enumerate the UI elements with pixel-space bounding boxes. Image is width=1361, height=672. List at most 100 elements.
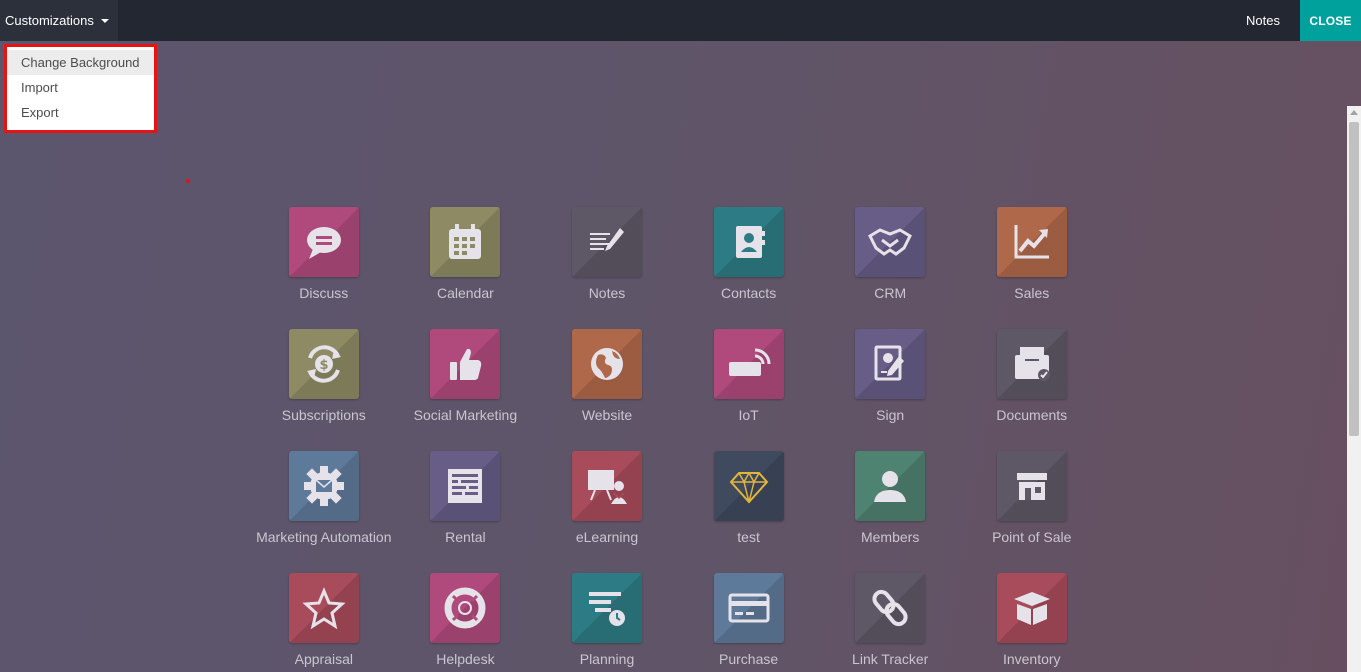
scroll-up-arrow-icon[interactable] [1350, 110, 1358, 115]
app-link-tracker-tile [855, 573, 926, 643]
app-purchase[interactable]: Purchase [678, 573, 820, 672]
app-label: Helpdesk [436, 651, 495, 667]
app-calendar-tile [430, 207, 501, 277]
menu-item-export[interactable]: Export [7, 100, 154, 125]
app-iot-tile [713, 329, 784, 399]
app-helpdesk-tile [430, 573, 501, 643]
app-label: Sign [876, 407, 905, 423]
star-icon [302, 587, 346, 630]
lifebuoy-icon [444, 587, 486, 629]
app-point-of-sale[interactable]: Point of Sale [961, 451, 1103, 573]
app-label: Members [860, 529, 920, 545]
app-notes[interactable]: Notes [536, 207, 678, 329]
app-grid: Discuss Calendar Notes Contacts CRM Sale… [253, 207, 1103, 672]
app-notes-tile [571, 207, 642, 277]
app-subscriptions-tile: $ [288, 329, 359, 399]
thumbs-up-icon [450, 348, 482, 380]
app-label: Appraisal [294, 651, 353, 667]
iot-signal-icon [728, 348, 771, 376]
app-discuss[interactable]: Discuss [253, 207, 395, 329]
app-label: Documents [996, 407, 1068, 423]
app-contacts-tile [713, 207, 784, 277]
app-label: Notes [588, 285, 626, 301]
app-documents-tile [996, 329, 1067, 399]
app-iot[interactable]: IoT [678, 329, 820, 451]
app-point-of-sale-tile [996, 451, 1067, 521]
close-button[interactable]: CLOSE [1300, 0, 1361, 41]
svg-text:$: $ [319, 358, 328, 373]
app-label: Website [581, 407, 633, 423]
app-label: Calendar [436, 285, 494, 301]
app-rental[interactable]: Rental [395, 451, 537, 573]
app-appraisal[interactable]: Appraisal [253, 573, 395, 672]
app-label: Discuss [299, 285, 349, 301]
app-test[interactable]: test [678, 451, 820, 573]
app-label: eLearning [575, 529, 639, 545]
menu-item-change-background[interactable]: Change Background [7, 50, 154, 75]
menu-item-import[interactable]: Import [7, 75, 154, 100]
app-social-marketing[interactable]: Social Marketing [395, 329, 537, 451]
rental-grid-icon [448, 469, 483, 503]
globe-icon [590, 348, 623, 380]
app-label: Social Marketing [413, 407, 518, 423]
handshake-icon [868, 228, 913, 256]
diamond-icon [729, 471, 768, 504]
app-elearning[interactable]: eLearning [536, 451, 678, 573]
sign-document-icon [874, 345, 905, 381]
app-label: Rental [445, 529, 486, 545]
app-link-tracker[interactable]: Link Tracker [819, 573, 961, 672]
planning-clock-icon [588, 592, 625, 626]
credit-card-icon [728, 593, 770, 623]
app-crm-tile [855, 207, 926, 277]
app-calendar[interactable]: Calendar [395, 207, 537, 329]
app-label: Inventory [1002, 651, 1061, 667]
app-marketing-automation[interactable]: Marketing Automation [253, 451, 395, 573]
app-subscriptions[interactable]: $ Subscriptions [253, 329, 395, 451]
address-book-icon [735, 226, 765, 258]
notes-link[interactable]: Notes [1246, 0, 1280, 41]
app-label: Purchase [719, 651, 779, 667]
calendar-icon [449, 224, 482, 259]
app-inventory[interactable]: Inventory [961, 573, 1103, 672]
app-website-tile [571, 329, 642, 399]
app-members[interactable]: Members [819, 451, 961, 573]
app-marketing-automation-tile [288, 451, 359, 521]
app-inventory-tile [996, 573, 1067, 643]
app-label: Sales [1014, 285, 1050, 301]
app-sales[interactable]: Sales [961, 207, 1103, 329]
app-planning[interactable]: Planning [536, 573, 678, 672]
link-icon [872, 589, 908, 627]
documents-inbox-icon [1014, 347, 1050, 381]
app-purchase-tile [713, 573, 784, 643]
customizations-menu-toggle[interactable]: Customizations [0, 0, 118, 41]
presentation-icon [587, 470, 627, 504]
app-label: Contacts [720, 285, 777, 301]
top-navbar: Customizations Notes CLOSE [0, 0, 1361, 41]
box-icon [1013, 592, 1050, 625]
app-test-tile [713, 451, 784, 521]
app-label: Marketing Automation [256, 529, 392, 545]
app-sign-tile [855, 329, 926, 399]
chat-bubble-icon [306, 227, 341, 259]
gear-mail-icon [303, 466, 344, 506]
app-contacts[interactable]: Contacts [678, 207, 820, 329]
app-helpdesk[interactable]: Helpdesk [395, 573, 537, 672]
app-label: Planning [579, 651, 635, 667]
app-label: test [737, 529, 760, 545]
scrollbar-thumb[interactable] [1349, 122, 1359, 436]
notes-pen-icon [589, 228, 624, 251]
app-sign[interactable]: Sign [819, 329, 961, 451]
app-label: Link Tracker [852, 651, 929, 667]
shop-icon [1016, 473, 1047, 500]
app-discuss-tile [288, 207, 359, 277]
person-icon [874, 471, 907, 502]
app-label: Subscriptions [281, 407, 366, 423]
app-rental-tile [430, 451, 501, 521]
app-crm[interactable]: CRM [819, 207, 961, 329]
app-website[interactable]: Website [536, 329, 678, 451]
app-documents[interactable]: Documents [961, 329, 1103, 451]
app-label: IoT [738, 407, 759, 423]
customizations-label: Customizations [5, 13, 94, 28]
app-social-marketing-tile [430, 329, 501, 399]
app-planning-tile [571, 573, 642, 643]
